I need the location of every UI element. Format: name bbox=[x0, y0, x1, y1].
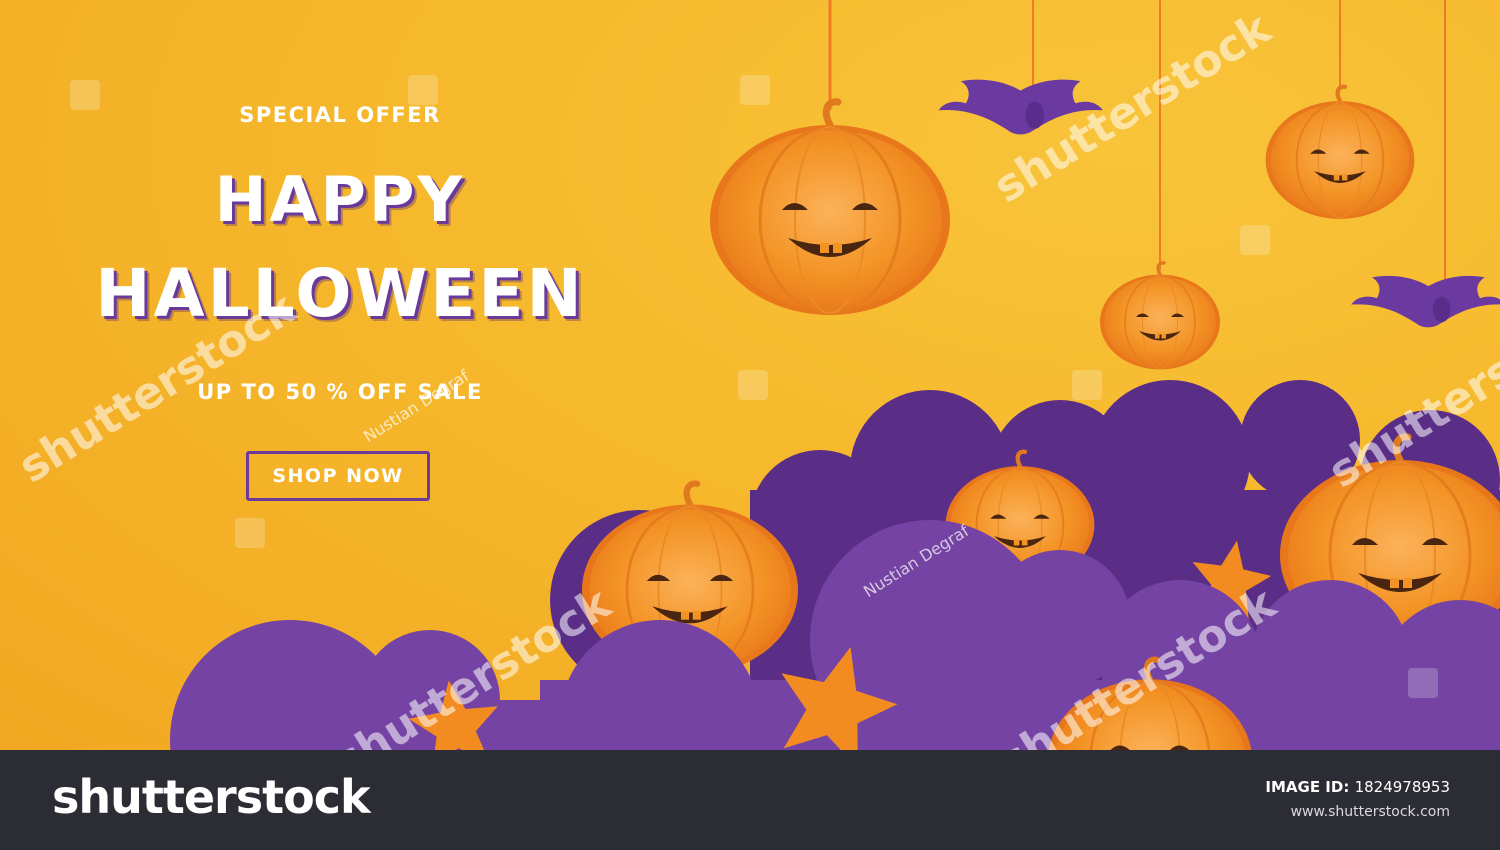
watermark-icon bbox=[738, 370, 768, 400]
title-halloween: HALLOWEEN bbox=[95, 255, 585, 332]
pumpkin-icon bbox=[1266, 87, 1415, 219]
bat-icon bbox=[938, 79, 1103, 135]
site-url[interactable]: www.shutterstock.com bbox=[1291, 804, 1450, 820]
bat-icon bbox=[1351, 275, 1500, 328]
title-happy: HAPPY bbox=[214, 163, 466, 236]
image-id: IMAGE ID: 1824978953 bbox=[1265, 778, 1450, 796]
watermark-icon bbox=[1240, 225, 1270, 255]
watermark-icon bbox=[740, 75, 770, 105]
pumpkin-icon bbox=[1098, 261, 1222, 372]
image-id-value: 1824978953 bbox=[1354, 778, 1450, 796]
watermark-icon bbox=[70, 80, 100, 110]
sale-text: UP TO 50 % OFF SALE bbox=[197, 380, 483, 404]
special-offer-label: SPECIAL OFFER bbox=[239, 103, 441, 127]
shutterstock-logo[interactable]: shutterstock bbox=[52, 770, 371, 824]
pumpkin-icon bbox=[710, 102, 950, 315]
watermark-icon bbox=[1072, 370, 1102, 400]
image-id-label: IMAGE ID: bbox=[1265, 778, 1350, 796]
shop-now-button[interactable]: SHOP NOW bbox=[246, 451, 430, 501]
watermark-icon bbox=[1408, 668, 1438, 698]
halloween-banner: SPECIAL OFFER HAPPY HALLOWEEN UP TO 50 %… bbox=[0, 0, 1500, 750]
watermark-icon bbox=[408, 75, 438, 105]
watermark-icon bbox=[235, 518, 265, 548]
